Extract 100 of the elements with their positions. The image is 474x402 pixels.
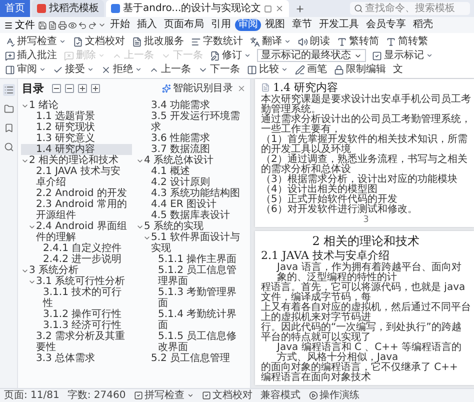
outline-item[interactable]: 1.3 研究意义 [21, 133, 132, 144]
outline-level-button[interactable] [65, 84, 74, 93]
check-icon [53, 64, 63, 74]
menu-tab[interactable]: 会员专享 [363, 19, 409, 31]
ribbon-button[interactable]: 比较 [246, 63, 289, 76]
ribbon-button[interactable]: 下一条 [197, 63, 241, 76]
file-menu[interactable]: 文件 [2, 18, 37, 32]
close-icon[interactable] [237, 84, 246, 93]
menu-tab[interactable]: 视图 [262, 19, 288, 31]
outline-item[interactable]: 1.2 研究现状 [21, 122, 132, 133]
outline-item[interactable]: 5.1.4 考勤统计界面 [136, 309, 247, 331]
x-icon [101, 64, 111, 74]
ribbon-button[interactable]: 朗读 [297, 35, 331, 48]
outline-item[interactable]: 5.1.2 员工信息管理界面 [136, 265, 247, 287]
outline-item[interactable]: 3.2 需求分析及其重要性 [21, 331, 132, 353]
outline-item[interactable]: 3 系统分析 [21, 265, 132, 276]
outline-item[interactable]: 2 相关的理论和技术 [21, 155, 132, 166]
search-icon[interactable] [2, 141, 14, 153]
save-icon[interactable] [38, 20, 47, 30]
outline-level-button[interactable] [91, 84, 100, 93]
redo-icon[interactable] [88, 20, 97, 30]
outline-icon[interactable] [2, 84, 14, 96]
outline-item[interactable]: 4.3 系统功能结构图 [136, 188, 247, 199]
print-icon[interactable] [58, 20, 67, 30]
outline-item[interactable]: 1.1 选题背景 [21, 111, 132, 122]
menu-tab[interactable]: 章节 [289, 19, 315, 31]
menu-tab[interactable]: 开发工具 [316, 19, 362, 31]
outline-item[interactable]: 3.1 系统可行性分析 [21, 276, 132, 287]
ribbon-button[interactable]: 接受 [52, 63, 95, 76]
ribbon-button[interactable]: 拒绝 [100, 63, 143, 76]
tab[interactable]: 找稻壳模板 [32, 0, 104, 17]
pen-icon [295, 64, 305, 74]
outline-item[interactable]: 2.1 JAVA 技术与安卓介绍 [21, 166, 132, 188]
window-icon[interactable] [264, 4, 272, 12]
outline-item[interactable]: 4 系统总体设计 [136, 155, 247, 166]
ribbon-button[interactable]: 拼写检查 [4, 35, 67, 48]
outline-item[interactable]: 3.7 数据流图 [136, 144, 247, 155]
outline-item[interactable]: 3.1.2 操作可行性 [21, 309, 132, 320]
outline-item[interactable]: 2.4 Android 界面组件的理解 [21, 221, 132, 243]
markup-dropdown[interactable]: 显示标记的最终状态 [257, 49, 366, 62]
menu-tab[interactable]: 审阅 [235, 19, 261, 31]
ribbon-button[interactable]: 画笔 [294, 63, 328, 76]
outline-item[interactable]: 5.2 员工信息管理 [136, 353, 247, 364]
outline-item[interactable]: 3.1.3 经济可行性 [21, 320, 132, 331]
outline-item[interactable]: 5.1.1 操作主界面 [136, 254, 247, 265]
close-icon[interactable] [275, 4, 284, 13]
ribbon-button[interactable]: 批改服务 [131, 35, 185, 48]
outline-item[interactable]: 1 绪论 [21, 100, 132, 111]
ribbon-button[interactable]: 显示标记 [371, 49, 434, 62]
tab[interactable]: 基于andro...的设计与实现论文 [106, 0, 290, 17]
outline-item[interactable]: 3.5 开发运行环境需求 [136, 111, 247, 133]
outline-item[interactable]: 1.4 研究内容 [21, 144, 132, 155]
paragraph-line: Java 语言，作为拥有着跨越平台、面向对象的、泛型编程的特性的计 [276, 263, 462, 283]
outline-item[interactable]: 4.4 ER 图设计 [136, 199, 247, 210]
ribbon-button[interactable]: 审阅 [4, 63, 47, 76]
ribbon-button[interactable]: 简转繁 [385, 35, 429, 48]
outline-item[interactable]: 5.1 软件界面设计与实现 [136, 232, 247, 254]
outline-item[interactable]: 3.1.1 技术的可行性 [21, 287, 132, 309]
ribbon-button[interactable]: 修订 [209, 49, 252, 62]
tab[interactable]: 首页 [0, 0, 30, 17]
outline-item[interactable]: 3.3 总体需求 [21, 353, 132, 364]
outline-item[interactable]: 2.4.1 自定义控件 [21, 243, 132, 254]
ribbon-button[interactable]: 繁转简 [336, 35, 380, 48]
outline-item[interactable]: 2.2 Android 的开发 [21, 188, 132, 199]
menu-tab[interactable]: 插入 [134, 19, 160, 31]
menu-tab[interactable]: 开始 [107, 19, 133, 31]
status-button[interactable]: 操作演练 [308, 390, 360, 401]
ribbon-button[interactable]: 文档校对 [72, 35, 126, 48]
ribbon-button[interactable]: 文 [392, 63, 404, 76]
status-button[interactable]: 文档校对 [202, 390, 253, 401]
caret-icon[interactable] [98, 21, 106, 29]
menu-tab[interactable]: 稻壳 [410, 19, 436, 31]
outline-item[interactable]: 5.1.3 考勤管理界面 [136, 287, 247, 309]
outline-item[interactable]: 4.2 设计原则 [136, 177, 247, 188]
menu-tab[interactable]: 引用 [208, 19, 234, 31]
search-field[interactable]: 查找命令、搜索模板 [350, 2, 470, 15]
bookmark-icon[interactable] [2, 122, 14, 134]
ribbon-button[interactable]: 插入批注 [4, 49, 58, 62]
outline-item[interactable]: 3.6 性能需求 [136, 133, 247, 144]
smart-toc-button[interactable]: 智能识别目录 [162, 82, 233, 94]
outline-item[interactable]: 4.5 数据库表设计 [136, 210, 247, 221]
plus-icon [80, 86, 85, 91]
folder-icon[interactable] [2, 103, 14, 115]
preview-icon[interactable] [68, 20, 77, 30]
menu-tab[interactable]: 页面布局 [161, 19, 207, 31]
outline-item[interactable]: 3.4 功能需求 [136, 100, 247, 111]
ribbon-button[interactable]: 上一条 [148, 63, 192, 76]
columns-icon [247, 64, 257, 74]
outline-item[interactable]: 4.1 概述 [136, 166, 247, 177]
outline-item[interactable]: 5 系统的实现 [136, 221, 247, 232]
outline-item[interactable]: 5.1.5 员工信息修改界面 [136, 331, 247, 353]
status-button[interactable]: 拼写检查 [134, 390, 194, 401]
ribbon-button[interactable]: 限制编辑 [333, 63, 387, 76]
outline-level-button[interactable] [52, 84, 61, 93]
outline-item[interactable]: 2.3 Android 常用的开源组件 [21, 199, 132, 221]
outline-item[interactable]: 2.4.2 进一步说明 [21, 254, 132, 265]
undo-icon[interactable] [78, 20, 87, 30]
ribbon-button[interactable]: 翻译 [249, 35, 292, 48]
ribbon-button[interactable]: 字数统计 [190, 35, 244, 48]
outline-level-button[interactable] [78, 84, 87, 93]
